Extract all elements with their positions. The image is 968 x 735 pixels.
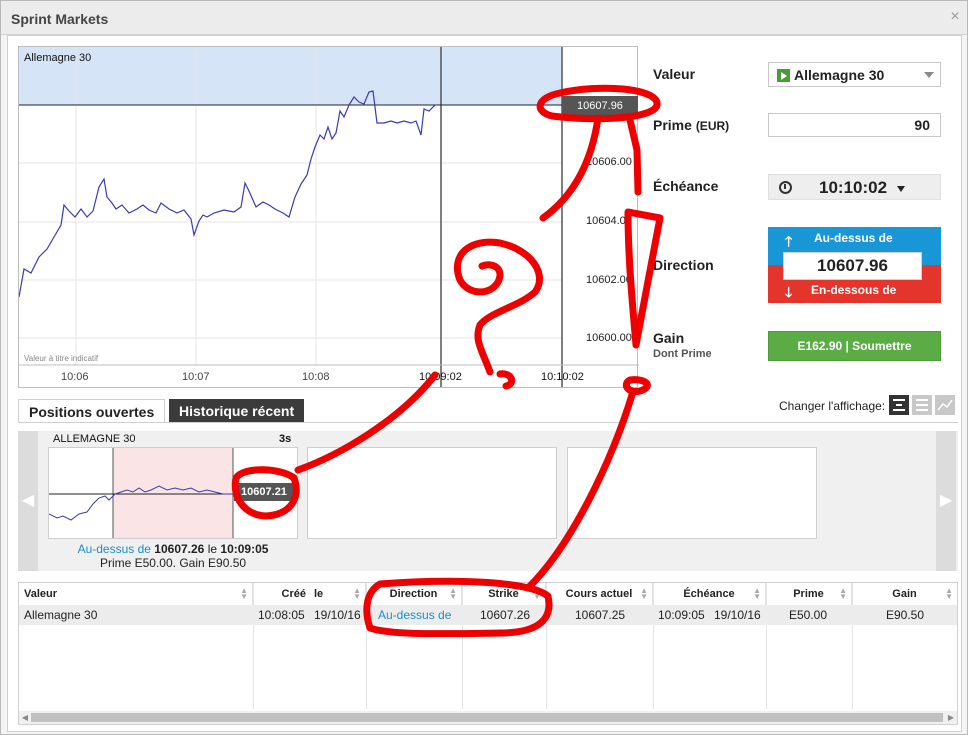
column-header[interactable]: Strike ▲ ▼ xyxy=(462,583,546,605)
carousel-prev-button[interactable]: ◀ xyxy=(18,431,38,571)
clock-icon xyxy=(779,181,792,194)
cell-direction: Au-dessus de xyxy=(378,608,452,622)
position-card-price-tag: 10607.21 xyxy=(234,483,294,501)
play-icon xyxy=(777,69,790,82)
x-tick-label: 10:08 xyxy=(302,371,330,383)
echeance-select[interactable]: 10:10:02 xyxy=(768,174,941,200)
position-time: 10:09:05 xyxy=(220,542,269,556)
view-cards-button[interactable] xyxy=(889,395,909,415)
positions-table: Valeur ▲ ▼ Créé le ▲ ▼ Direction ▲ ▼ Strike ▲ ▼ … xyxy=(18,582,958,725)
position-card-empty xyxy=(567,447,817,539)
view-chart-button[interactable] xyxy=(935,395,955,415)
column-header[interactable]: Échéance ▲ ▼ xyxy=(653,583,766,605)
column-divider xyxy=(462,583,463,709)
prime-label: Prime (EUR) xyxy=(653,117,729,133)
scroll-right-icon[interactable]: ▶ xyxy=(945,711,957,724)
current-price-tag: 10607.96 xyxy=(562,96,638,116)
position-card-title: ALLEMAGNE 30 xyxy=(53,433,136,445)
chevron-down-icon xyxy=(924,72,934,78)
echeance-value: 10:10:02 xyxy=(819,178,888,197)
x-tick-label: 10:10:02 xyxy=(541,371,584,383)
gain-label: Gain xyxy=(653,330,685,346)
direction-label: Direction xyxy=(653,257,714,273)
x-tick-label: 10:06 xyxy=(61,371,89,383)
column-divider xyxy=(766,583,767,709)
column-header[interactable]: Créé xyxy=(253,583,312,605)
cell-cree-time: 10:08:05 xyxy=(258,608,305,622)
position-direction: Au-dessus de xyxy=(77,542,151,556)
column-divider xyxy=(653,583,654,709)
column-header[interactable]: Valeur ▲ ▼ xyxy=(19,583,253,605)
prime-unit: (EUR) xyxy=(695,119,730,133)
position-strike: 10607.26 xyxy=(154,542,205,556)
price-chart[interactable]: Allemagne 30 Valeur à titre indicatif 10… xyxy=(18,46,639,388)
column-divider xyxy=(852,583,853,709)
y-tick-label: 10606.00 xyxy=(586,156,632,168)
cell-cours-actuel: 10607.25 xyxy=(575,608,626,622)
position-at-word: le xyxy=(207,542,218,556)
x-tick-label: 10:07 xyxy=(182,371,210,383)
cell-cree-date: 19/10/16 xyxy=(314,608,361,622)
arrow-down-icon: 🡓 xyxy=(785,284,793,300)
echeance-label: Échéance xyxy=(653,178,719,194)
title-bar: Sprint Markets × xyxy=(1,1,967,35)
prime-input[interactable]: 90 xyxy=(768,113,941,137)
column-header[interactable]: Gain ▲ ▼ xyxy=(852,583,957,605)
direction-strike-value: 10607.96 xyxy=(783,252,922,280)
chart-instrument-label: Allemagne 30 xyxy=(24,52,92,64)
tab-positions-ouvertes[interactable]: Positions ouvertes xyxy=(18,399,166,423)
tab-divider xyxy=(18,422,958,423)
scrollbar-thumb[interactable] xyxy=(31,713,943,722)
direction-up-label: Au-dessus de xyxy=(814,231,893,245)
price-line xyxy=(19,90,436,298)
position-card-summary: Au-dessus de 10607.26 le 10:09:05 Prime … xyxy=(48,542,298,570)
valeur-selected: Allemagne 30 xyxy=(794,67,885,83)
cell-echeance-date: 19/10/16 xyxy=(714,608,761,622)
tab-historique-recent[interactable]: Historique récent xyxy=(169,399,305,423)
change-view-label: Changer l'affichage: xyxy=(779,399,886,413)
direction-down-label: En-dessous de xyxy=(811,283,897,297)
cell-strike: 10607.26 xyxy=(480,608,531,622)
y-tick-label: 10604.00 xyxy=(586,215,632,227)
column-divider xyxy=(253,583,254,709)
position-prime: Prime E50.00. xyxy=(99,556,176,570)
horizontal-scrollbar[interactable]: ◀ ▶ xyxy=(19,711,957,724)
chevron-down-icon xyxy=(897,186,905,192)
close-icon[interactable]: × xyxy=(947,9,963,25)
price-chart-svg xyxy=(19,47,639,387)
position-gain: Gain E90.50 xyxy=(179,556,247,570)
prime-label-text: Prime xyxy=(653,117,692,133)
x-tick-label: 10:09:02 xyxy=(419,371,462,383)
submit-button[interactable]: E162.90 | Soumettre xyxy=(768,331,941,361)
line-chart-icon xyxy=(937,399,953,411)
y-tick-label: 10602.00 xyxy=(586,274,632,286)
window-title: Sprint Markets xyxy=(11,11,109,27)
cell-prime: E50.00 xyxy=(789,608,828,622)
column-divider xyxy=(546,583,547,709)
main-content: Allemagne 30 Valeur à titre indicatif 10… xyxy=(7,35,962,732)
cell-echeance-time: 10:09:05 xyxy=(658,608,705,622)
column-divider xyxy=(366,583,367,709)
direction-selector: 🡑 Au-dessus de 🡓 En-dessous de 10607.96 xyxy=(768,227,941,303)
cell-valeur: Allemagne 30 xyxy=(24,608,98,622)
view-list-button[interactable] xyxy=(912,395,932,415)
position-card-empty xyxy=(307,447,557,539)
sprint-markets-window: Sprint Markets × Allemagne 30 Valeur à t… xyxy=(0,0,968,735)
valeur-label: Valeur xyxy=(653,66,696,82)
chart-highlight-zone xyxy=(19,47,562,105)
position-card-countdown: 3s xyxy=(279,433,292,445)
y-tick-label: 10600.00 xyxy=(586,332,632,344)
cell-gain: E90.50 xyxy=(886,608,925,622)
column-header[interactable]: Cours actuel ▲ ▼ xyxy=(546,583,653,605)
column-header[interactable]: le ▲ ▼ xyxy=(312,583,366,605)
gain-sublabel: Dont Prime xyxy=(653,348,712,360)
valeur-select[interactable]: Allemagne 30 xyxy=(768,62,941,87)
carousel-next-button[interactable]: ▶ xyxy=(936,431,956,571)
scroll-left-icon[interactable]: ◀ xyxy=(19,711,31,724)
column-header[interactable]: Direction ▲ ▼ xyxy=(366,583,462,605)
column-header[interactable]: Prime ▲ ▼ xyxy=(766,583,852,605)
chart-disclaimer: Valeur à titre indicatif xyxy=(24,354,99,363)
